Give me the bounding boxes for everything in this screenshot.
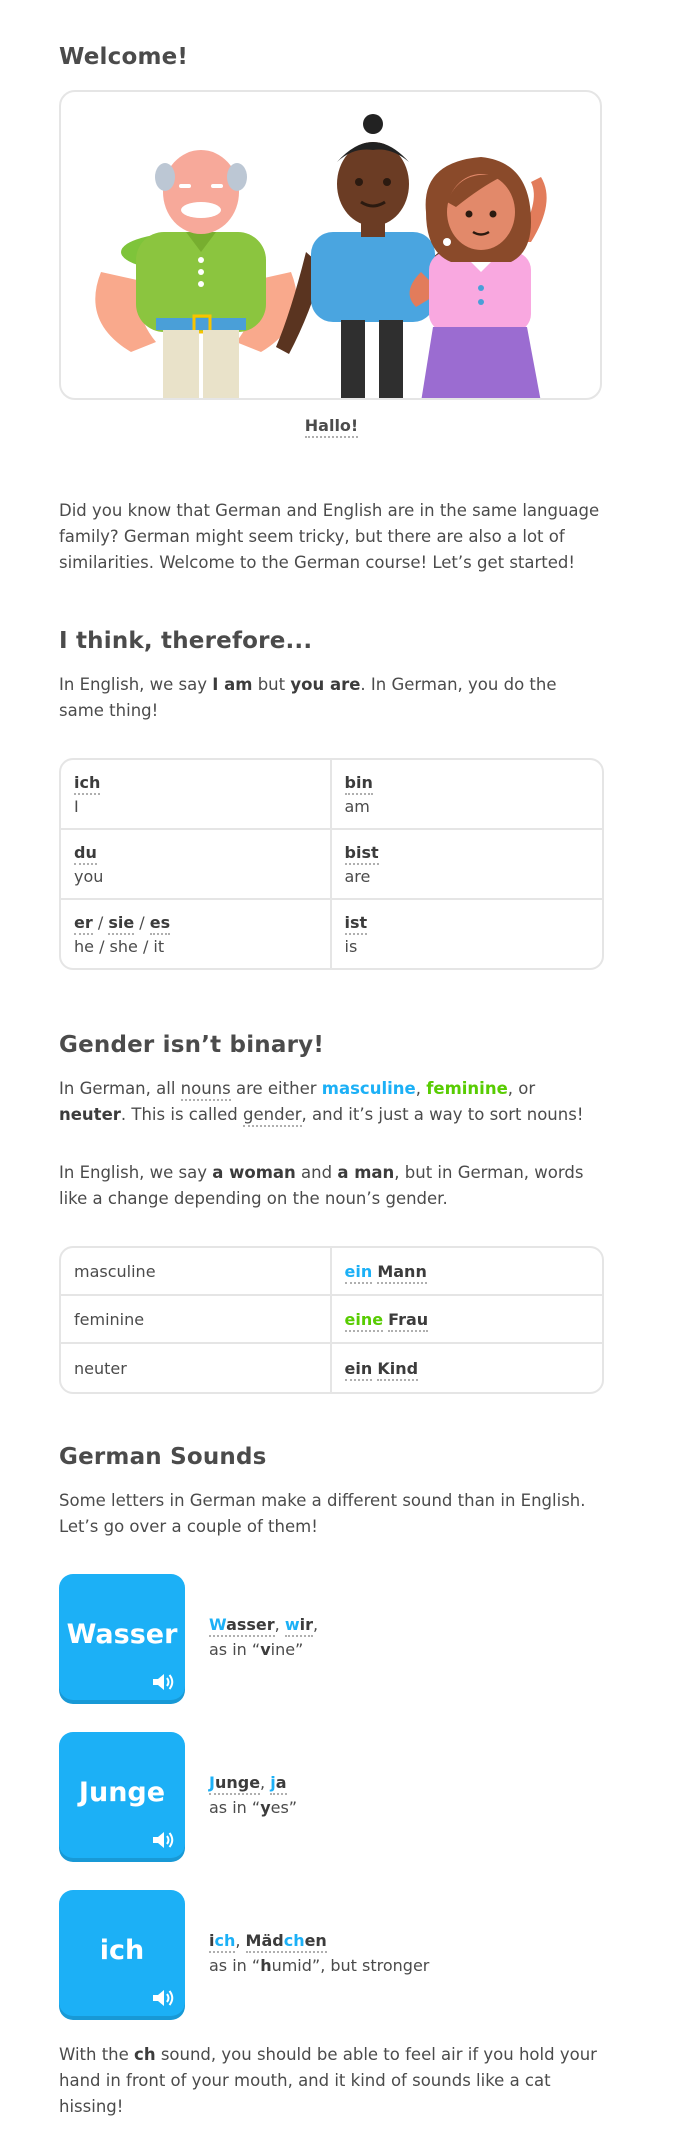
word-ja[interactable]: ja [270, 1773, 287, 1795]
word-ich[interactable]: ich [74, 773, 101, 795]
translation: he / she / it [74, 937, 165, 956]
translation: are [344, 867, 371, 886]
table-cell: ist is [332, 900, 603, 968]
word-ich-example[interactable]: ich [209, 1931, 236, 1953]
hallo-word[interactable]: Hallo! [304, 416, 359, 438]
table-row: neuter ein Kind [61, 1344, 602, 1392]
tile-word: Junge [78, 1777, 166, 1808]
noun-kind[interactable]: Kind [377, 1358, 419, 1381]
conjugation-table: ich I bin am du you bist are er / sie / es he… [59, 758, 604, 970]
welcome-intro: Did you know that German and English are… [59, 501, 600, 572]
article-eine[interactable]: eine [344, 1309, 384, 1332]
word-gender[interactable]: gender [243, 1105, 302, 1127]
sounds-intro: Some letters in German make a different … [59, 1491, 586, 1536]
gender-paragraph-2: In English, we say a woman and a man, bu… [59, 1163, 584, 1208]
speaker-icon [153, 1674, 174, 1690]
word-bist[interactable]: bist [344, 843, 379, 865]
sound-description: ich, Mädchen as in “humid”, but stronger [209, 1931, 430, 1975]
word-sie[interactable]: sie [108, 913, 135, 935]
article-ein-neuter[interactable]: ein [344, 1358, 373, 1381]
think-title: I think, therefore... [59, 628, 313, 654]
word-es[interactable]: es [149, 913, 171, 935]
audio-tile-junge[interactable]: Junge [59, 1732, 185, 1858]
table-cell: er / sie / es he / she / it [61, 900, 332, 968]
table-cell: ein Kind [332, 1344, 603, 1392]
characters-image [95, 114, 547, 398]
word-nouns[interactable]: nouns [180, 1079, 231, 1101]
sound-description: Junge, ja as in “yes” [209, 1773, 298, 1817]
word-er[interactable]: er [74, 913, 93, 935]
sound-description: Wasser, wir, as in “vine” [209, 1615, 319, 1659]
table-row: masculine ein Mann [61, 1248, 602, 1296]
sounds-title: German Sounds [59, 1444, 267, 1470]
word-wir[interactable]: wir [284, 1615, 313, 1637]
table-cell: ich I [61, 760, 332, 830]
woman-figure [409, 157, 547, 398]
table-row: feminine eine Frau [61, 1296, 602, 1344]
table-cell: eine Frau [331, 1296, 602, 1344]
noun-frau[interactable]: Frau [388, 1309, 429, 1332]
gender-label: neuter [61, 1344, 332, 1392]
noun-mann[interactable]: Mann [377, 1261, 427, 1284]
gender-table-wrap: masculine ein Mann feminine eine Frau ne… [59, 1246, 604, 1394]
think-paragraph: In English, we say I am but you are. In … [59, 675, 557, 720]
word-ist[interactable]: ist [344, 913, 368, 935]
characters-illustration [59, 90, 602, 400]
translation: you [74, 867, 104, 886]
table-cell: du you [61, 830, 332, 900]
gender-title: Gender isn’t binary! [59, 1032, 325, 1058]
article-ein[interactable]: ein [344, 1261, 373, 1284]
speaker-icon [153, 1832, 174, 1848]
translation: I [74, 797, 79, 816]
table-cell: bist are [331, 830, 602, 900]
table-cell: ein Mann [331, 1248, 602, 1296]
table-row: ich I bin am [61, 760, 602, 830]
welcome-title: Welcome! [59, 44, 189, 70]
word-bin[interactable]: bin [344, 773, 373, 795]
sound-item-wasser: Wasser Wasser, wir, as in “vine” [59, 1574, 604, 1700]
hallo-caption[interactable]: Hallo! [59, 416, 604, 438]
word-du[interactable]: du [74, 843, 97, 865]
table-cell: bin am [331, 760, 602, 830]
word-maedchen[interactable]: Mädchen [245, 1931, 327, 1953]
gender-label: masculine [61, 1248, 332, 1296]
tile-word: ich [99, 1935, 145, 1966]
audio-tile-wasser[interactable]: Wasser [59, 1574, 185, 1700]
word-junge[interactable]: Junge [209, 1773, 261, 1795]
sound-item-ich: ich ich, Mädchen as in “humid”, but stro… [59, 1890, 604, 2016]
tile-word: Wasser [66, 1619, 178, 1650]
audio-tile-ich[interactable]: ich [59, 1890, 185, 2016]
sound-item-junge: Junge Junge, ja as in “yes” [59, 1732, 604, 1858]
gender-table: masculine ein Mann feminine eine Frau ne… [59, 1246, 604, 1394]
sounds-outro: With the ch sound, you should be able to… [59, 2045, 597, 2116]
speaker-icon [153, 1990, 174, 2006]
gender-label: feminine [61, 1296, 332, 1344]
old-man-figure [95, 150, 297, 398]
conjugation-table-wrap: ich I bin am du you bist are er / sie / es he… [59, 758, 604, 970]
table-row: er / sie / es he / she / it ist is [61, 900, 602, 968]
table-row: du you bist are [61, 830, 602, 900]
translation: am [344, 797, 370, 816]
word-wasser[interactable]: Wasser [209, 1615, 275, 1637]
gender-paragraph-1: In German, all nouns are either masculin… [59, 1076, 604, 1128]
translation: is [344, 937, 358, 956]
